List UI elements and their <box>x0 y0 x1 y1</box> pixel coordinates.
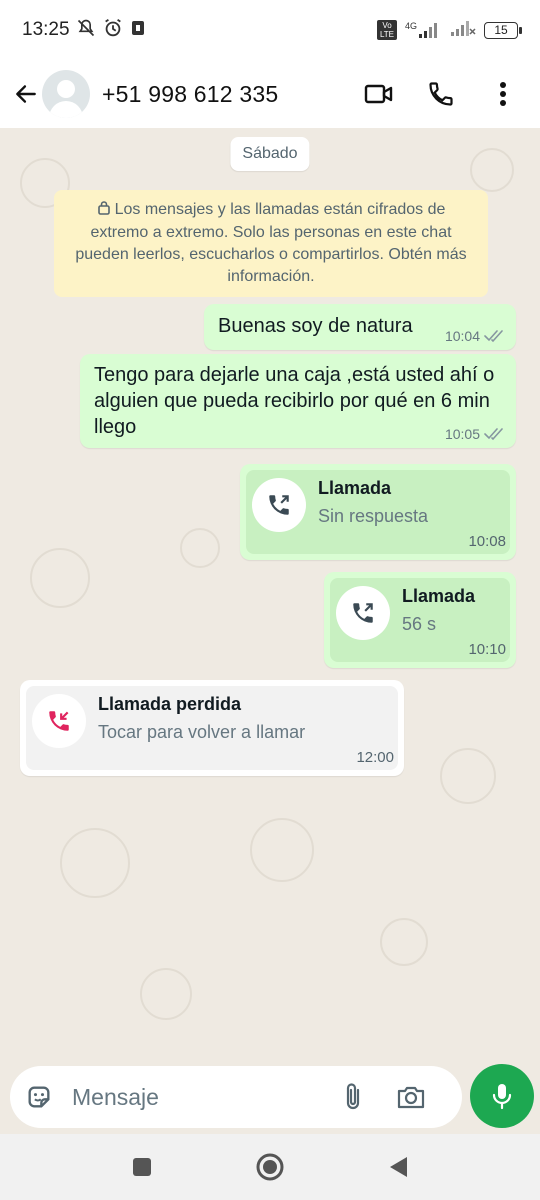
call-title: Llamada <box>402 586 476 606</box>
outgoing-call-icon <box>336 586 390 640</box>
voice-message-button[interactable] <box>470 1064 534 1128</box>
video-call-button[interactable] <box>362 77 396 111</box>
avatar[interactable] <box>42 70 90 118</box>
microphone-icon <box>492 1084 512 1110</box>
sticker-icon <box>28 1086 50 1108</box>
call-time: 12:00 <box>356 749 394 766</box>
kebab-menu-icon <box>500 82 506 106</box>
composer <box>0 1064 540 1134</box>
system-nav-bar <box>0 1134 540 1200</box>
call-time: 10:10 <box>468 641 506 658</box>
status-time: 13:25 <box>22 19 70 40</box>
battery-icon: 15 <box>484 21 522 39</box>
back-nav-button[interactable] <box>381 1150 415 1184</box>
triangle-back-icon <box>390 1157 407 1177</box>
sticker-button[interactable] <box>24 1082 54 1112</box>
call-title: Llamada perdida <box>98 694 242 714</box>
call-bubble-outgoing[interactable]: Llamada Sin respuesta 10:08 <box>240 464 516 560</box>
double-check-icon <box>484 330 503 343</box>
outgoing-call-icon <box>252 478 306 532</box>
call-bubble-outgoing[interactable]: Llamada 56 s 10:10 <box>324 572 516 668</box>
call-back-hint: Tocar para volver a llamar <box>98 722 306 742</box>
square-icon <box>133 1158 151 1176</box>
signal-off-icon <box>450 19 476 42</box>
encryption-notice-text: Los mensajes y las llamadas están cifrad… <box>75 201 467 285</box>
alarm-icon <box>102 17 124 44</box>
message-bubble-outgoing[interactable]: Tengo para dejarle una caja ,está usted … <box>80 354 516 448</box>
video-camera-icon <box>364 84 393 104</box>
chat-header: +51 998 612 335 <box>0 60 540 128</box>
date-chip: Sábado <box>230 137 310 171</box>
call-duration: 56 s <box>402 614 437 634</box>
mute-notifications-icon <box>76 18 96 43</box>
recents-button[interactable] <box>125 1150 159 1184</box>
chat-area[interactable]: Sábado Los mensajes y las llamadas están… <box>0 128 540 1064</box>
circle-icon <box>256 1153 284 1181</box>
sim-status-icon <box>130 19 146 42</box>
missed-call-icon <box>32 694 86 748</box>
status-bar: 13:25 Vo LTE 4G 15 <box>0 0 540 60</box>
volte-icon: Vo LTE <box>376 20 397 40</box>
contact-name[interactable]: +51 998 612 335 <box>102 81 278 108</box>
arrow-left-icon <box>16 85 36 103</box>
message-time: 10:04 <box>444 328 480 344</box>
phone-icon <box>429 82 453 106</box>
call-status: Sin respuesta <box>318 506 429 526</box>
message-text: Buenas soy de natura <box>218 315 413 337</box>
voice-call-button[interactable] <box>424 77 458 111</box>
lock-icon <box>97 200 111 222</box>
message-input-container <box>10 1066 462 1128</box>
attach-button[interactable] <box>338 1081 368 1113</box>
battery-level: 15 <box>494 23 508 37</box>
double-check-icon <box>484 428 503 441</box>
message-time: 10:05 <box>444 426 480 442</box>
camera-button[interactable] <box>394 1081 428 1113</box>
paperclip-icon <box>346 1083 360 1110</box>
back-button[interactable] <box>6 74 46 114</box>
missed-call-bubble[interactable]: Llamada perdida Tocar para volver a llam… <box>20 680 404 776</box>
encryption-notice[interactable]: Los mensajes y las llamadas están cifrad… <box>54 190 488 297</box>
home-button[interactable] <box>253 1150 287 1184</box>
message-bubble-outgoing[interactable]: Buenas soy de natura 10:04 <box>204 304 516 350</box>
message-input[interactable] <box>72 1083 332 1111</box>
network-signal-icon: 4G <box>405 21 442 39</box>
network-type-label: 4G <box>404 21 417 31</box>
call-time: 10:08 <box>468 533 506 550</box>
more-options-button[interactable] <box>486 77 520 111</box>
camera-icon <box>397 1086 425 1109</box>
call-title: Llamada <box>318 478 392 498</box>
